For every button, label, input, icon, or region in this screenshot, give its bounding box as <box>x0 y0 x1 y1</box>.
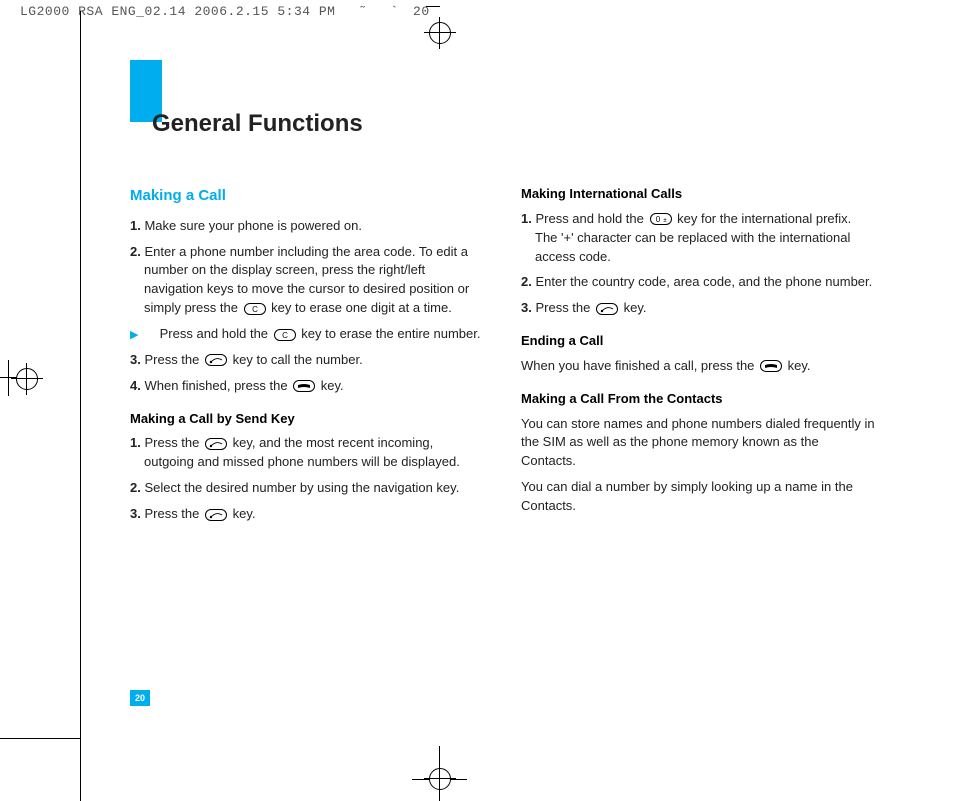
step-text: key. <box>233 506 256 521</box>
step-text: Press the <box>144 506 203 521</box>
send-key-icon <box>205 354 227 366</box>
step-number: 1. <box>521 211 532 226</box>
subsection-heading: Making a Call From the Contacts <box>521 390 876 409</box>
list-item: 3. Press the key. <box>130 505 485 524</box>
c-key-icon: C <box>244 303 266 315</box>
columns: Making a Call 1. Make sure your phone is… <box>130 185 880 531</box>
ordered-list: 3. Press the key to call the number. 4. … <box>130 351 485 396</box>
step-text: key. <box>624 300 647 315</box>
subsection-heading: Making International Calls <box>521 185 876 204</box>
step-number: 2. <box>130 480 141 495</box>
list-item: 1. Make sure your phone is powered on. <box>130 217 485 236</box>
step-number: 2. <box>521 274 532 289</box>
page-edge-rule <box>80 11 81 738</box>
list-item: 1. Press the key, and the most recent in… <box>130 434 485 472</box>
column-right: Making International Calls 1. Press and … <box>521 185 876 531</box>
crop-mark <box>0 738 80 739</box>
step-text: Press the <box>144 352 203 367</box>
step-text: Make sure your phone is powered on. <box>144 218 362 233</box>
doc-header-symbol: ` <box>390 4 398 19</box>
ordered-list: 1. Make sure your phone is powered on. 2… <box>130 217 485 318</box>
list-item: 4. When finished, press the key. <box>130 377 485 396</box>
tilde-mark: ˜ <box>359 4 367 19</box>
step-number: 1. <box>130 435 141 450</box>
step-text: When finished, press the <box>144 378 291 393</box>
step-text: Press the <box>144 435 203 450</box>
zero-key-icon: 0± <box>650 213 672 225</box>
crop-mark <box>80 738 81 801</box>
paragraph: When you have finished a call, press the… <box>521 357 876 376</box>
page-number-badge: 20 <box>130 690 150 706</box>
doc-header: LG2000 RSA ENG_02.14 2006.2.15 5:34 PM ˜… <box>20 4 430 19</box>
ordered-list: 1. Press the key, and the most recent in… <box>130 434 485 523</box>
list-item: 3. Press the key to call the number. <box>130 351 485 370</box>
end-key-icon <box>293 380 315 392</box>
subsection-heading: Ending a Call <box>521 332 876 351</box>
paragraph: You can store names and phone numbers di… <box>521 415 876 472</box>
list-item: 2. Enter a phone number including the ar… <box>130 243 485 318</box>
step-text: Press the <box>535 300 594 315</box>
c-key-icon: C <box>274 329 296 341</box>
paragraph-text: key. <box>788 358 811 373</box>
registration-mark-icon <box>16 368 38 390</box>
step-text: key. <box>321 378 344 393</box>
list-item: 2. Enter the country code, area code, an… <box>521 273 876 292</box>
crop-mark <box>426 6 440 7</box>
subsection-heading: Making a Call by Send Key <box>130 410 485 429</box>
column-left: Making a Call 1. Make sure your phone is… <box>130 185 485 531</box>
ordered-list: 1. Press and hold the 0± key for the int… <box>521 210 876 318</box>
step-text: Press and hold the <box>535 211 647 226</box>
tip-text: Press and hold the <box>160 326 272 341</box>
registration-mark-icon <box>429 22 451 44</box>
step-text: Select the desired number by using the n… <box>144 480 459 495</box>
step-number: 4. <box>130 378 141 393</box>
crop-mark <box>8 360 9 396</box>
svg-text:C: C <box>282 331 288 340</box>
send-key-icon <box>596 303 618 315</box>
end-key-icon <box>760 360 782 372</box>
triangle-bullet-icon: ▶ <box>144 328 156 344</box>
paragraph: You can dial a number by simply looking … <box>521 478 876 516</box>
step-number: 1. <box>130 218 141 233</box>
step-text: key to call the number. <box>233 352 363 367</box>
svg-text:C: C <box>252 305 258 314</box>
tip-text: key to erase the entire number. <box>301 326 480 341</box>
list-item: 3. Press the key. <box>521 299 876 318</box>
step-number: 3. <box>130 352 141 367</box>
step-text: key to erase one digit at a time. <box>271 300 452 315</box>
section-heading: Making a Call <box>130 185 485 207</box>
send-key-icon <box>205 438 227 450</box>
step-text: Enter the country code, area code, and t… <box>535 274 872 289</box>
list-item: 1. Press and hold the 0± key for the int… <box>521 210 876 267</box>
page-title: General Functions <box>152 110 363 138</box>
step-number: 2. <box>130 244 141 259</box>
send-key-icon <box>205 509 227 521</box>
registration-mark-icon <box>429 768 451 790</box>
doc-header-text: LG2000 RSA ENG_02.14 2006.2.15 5:34 PM <box>20 4 335 19</box>
step-number: 3. <box>521 300 532 315</box>
list-item: 2. Select the desired number by using th… <box>130 479 485 498</box>
paragraph-text: When you have finished a call, press the <box>521 358 758 373</box>
step-number: 3. <box>130 506 141 521</box>
svg-text:0: 0 <box>655 215 660 224</box>
tip-item: ▶ Press and hold the C key to erase the … <box>144 325 485 344</box>
